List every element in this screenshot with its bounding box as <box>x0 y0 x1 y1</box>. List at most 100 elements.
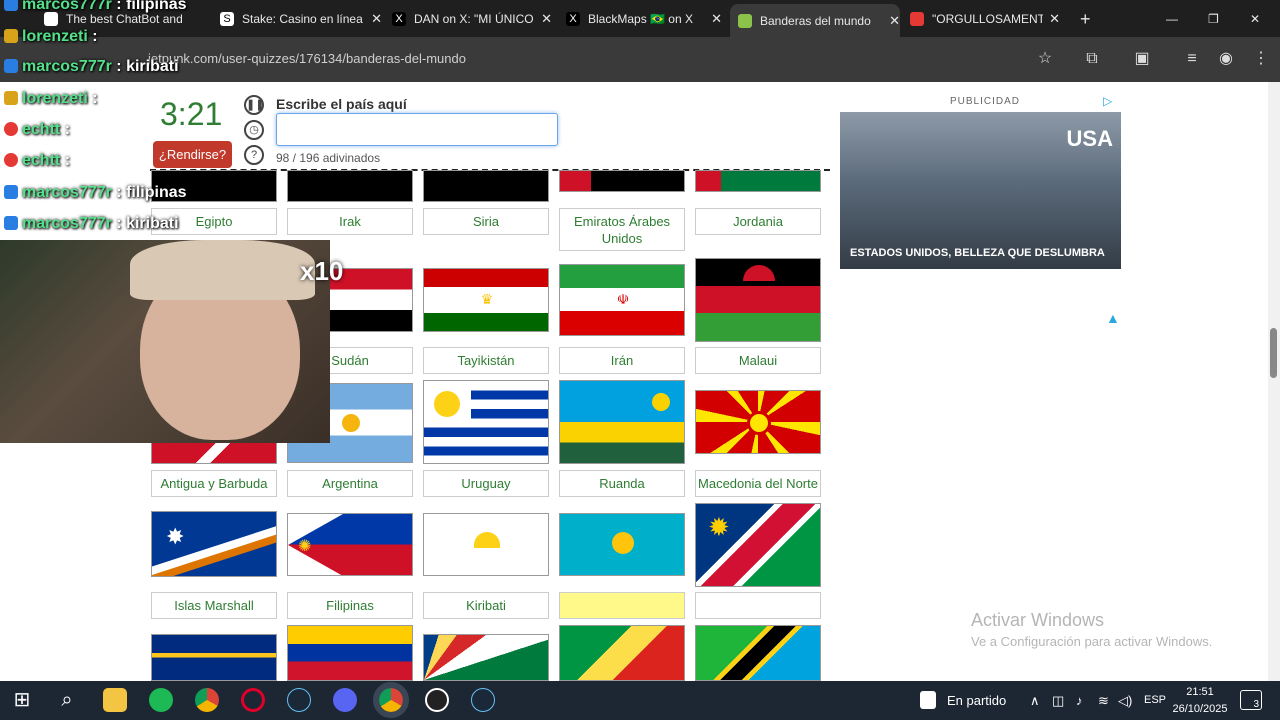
camera-icon[interactable]: ◫ <box>1052 693 1064 709</box>
tab-close-icon[interactable]: ✕ <box>889 13 900 29</box>
file-explorer-icon[interactable] <box>103 688 127 712</box>
chat-line: marcos777r : filipinas <box>4 0 187 14</box>
tab-blackmaps[interactable]: X BlackMaps 🇧🇷 on X ✕ <box>566 7 722 31</box>
ad-brand: USA <box>1066 126 1113 151</box>
menu-icon[interactable]: ⋮ <box>1250 48 1272 70</box>
flag-tajikistan: ♛ <box>423 268 549 332</box>
bookmark-star-icon[interactable]: ☆ <box>1034 48 1056 70</box>
flag-syria <box>423 170 549 202</box>
microphone-icon[interactable]: ♪ <box>1076 693 1083 708</box>
maximize-button[interactable]: ❐ <box>1208 7 1224 31</box>
flag-uruguay <box>423 380 549 464</box>
chat-line: marcos777r : kiribati <box>4 215 179 233</box>
opera-icon[interactable] <box>241 688 265 712</box>
flag-philippines: ✺ <box>287 513 413 576</box>
sun-icon <box>652 393 670 411</box>
media-icon[interactable]: ≡ <box>1181 48 1203 70</box>
chat-line: marcos777r : filipinas <box>4 184 187 202</box>
chrome-active-icon[interactable] <box>373 682 409 718</box>
answer-input[interactable] <box>276 113 558 146</box>
close-window-button[interactable]: ✕ <box>1250 7 1266 31</box>
badge-icon <box>4 185 18 199</box>
country-label: Argentina <box>287 470 413 497</box>
country-label: Emiratos Árabes Unidos <box>559 208 685 251</box>
tab-close-icon[interactable]: ✕ <box>371 11 382 27</box>
chat-line: lorenzeti : <box>4 28 98 46</box>
flag-nauru <box>151 634 277 681</box>
flag-malawi <box>695 258 821 342</box>
country-label: Antigua y Barbuda <box>151 470 277 497</box>
flag-jordan <box>695 170 821 192</box>
steam-icon[interactable] <box>471 688 495 712</box>
country-label: Macedonia del Norte <box>695 470 821 497</box>
tab-banderas[interactable]: Banderas del mundo ✕ <box>730 4 900 37</box>
ad-tagline: ESTADOS UNIDOS, BELLEZA QUE DESLUMBRA <box>850 247 1105 259</box>
language-indicator[interactable]: ESP <box>1144 694 1166 706</box>
youtube-favicon-icon <box>910 12 924 26</box>
country-label: Irán <box>559 347 685 374</box>
taskbar <box>0 681 1280 720</box>
minimize-button[interactable]: — <box>1166 7 1182 31</box>
progress-count: 98 / 196 adivinados <box>276 151 381 165</box>
jetpunk-favicon-icon <box>738 13 752 28</box>
country-label <box>695 592 821 619</box>
badge-icon <box>4 0 18 11</box>
crown-icon: ♛ <box>480 291 494 307</box>
clock-icon[interactable]: ◷ <box>244 120 264 140</box>
country-label: Jordania <box>695 208 821 235</box>
cast-icon[interactable]: ▣ <box>1131 48 1153 70</box>
notifications-icon[interactable]: 3 <box>1240 690 1262 710</box>
search-icon[interactable]: ⌕ <box>55 688 79 712</box>
ad-banner[interactable]: USA ESTADOS UNIDOS, BELLEZA QUE DESLUMBR… <box>840 112 1121 269</box>
country-label: Uruguay <box>423 470 549 497</box>
tab-close-icon[interactable]: ✕ <box>711 11 722 27</box>
sun-icon: ✹ <box>708 512 730 542</box>
chat-line: lorenzeti : <box>4 90 98 108</box>
scrollbar-thumb[interactable] <box>1270 328 1277 378</box>
badge-icon <box>4 59 18 73</box>
scrollbar[interactable] <box>1268 82 1280 681</box>
stream-chat: marcos777r : filipinas lorenzeti : marco… <box>0 0 240 240</box>
start-icon[interactable]: ⊞ <box>10 688 34 712</box>
star-icon: ✸ <box>166 524 185 549</box>
country-label: Kiribati <box>423 592 549 619</box>
adchoices-icon[interactable]: ▷ <box>1103 94 1112 108</box>
crown-icon <box>4 91 18 105</box>
discord-icon[interactable] <box>333 688 357 712</box>
wifi-icon[interactable]: ≋ <box>1098 693 1109 709</box>
pause-icon[interactable]: ❚❚ <box>244 95 264 115</box>
country-label: Malaui <box>695 347 821 374</box>
flag-kiribati <box>423 513 549 576</box>
chrome-icon[interactable] <box>195 688 219 712</box>
clock-date[interactable]: 26/10/2025 <box>1172 703 1228 715</box>
new-tab-button[interactable]: + <box>1080 7 1100 31</box>
help-icon[interactable]: ? <box>244 145 264 165</box>
nba-icon[interactable] <box>920 691 936 709</box>
sun-icon <box>612 532 634 554</box>
warning-icon: ▲ <box>1106 310 1120 326</box>
clock-time[interactable]: 21:51 <box>1172 686 1228 698</box>
tray-status[interactable]: En partido <box>947 693 1006 708</box>
spotify-icon[interactable] <box>149 688 173 712</box>
extensions-icon[interactable]: ⧉ <box>1081 48 1103 70</box>
flag-iraq <box>287 170 413 202</box>
flag-north-macedonia <box>695 390 821 454</box>
tab-stake[interactable]: S Stake: Casino en línea ✕ <box>220 7 382 31</box>
tab-youtube[interactable]: "ORGULLOSAMENTE ✕ <box>910 7 1060 31</box>
badge-icon <box>4 122 18 136</box>
country-label: Tayikistán <box>423 347 549 374</box>
tab-close-icon[interactable]: ✕ <box>541 11 552 27</box>
chevron-up-icon[interactable]: ∧ <box>1030 693 1040 709</box>
sun-icon <box>342 414 360 432</box>
webcam-feed <box>0 240 330 443</box>
tab-close-icon[interactable]: ✕ <box>1049 11 1060 27</box>
obs-icon[interactable] <box>425 688 449 712</box>
tab-dan[interactable]: X DAN on X: "MI ÚNICO ✕ <box>392 7 552 31</box>
flag-iran: ☫ <box>559 264 685 336</box>
x-favicon-icon: X <box>566 12 580 26</box>
steam-icon[interactable] <box>287 688 311 712</box>
profile-avatar[interactable]: ◉ <box>1215 48 1237 70</box>
volume-icon[interactable]: ◁) <box>1118 693 1132 709</box>
chat-line: echtt : <box>4 121 70 139</box>
ad-label: PUBLICIDAD <box>950 96 1021 107</box>
